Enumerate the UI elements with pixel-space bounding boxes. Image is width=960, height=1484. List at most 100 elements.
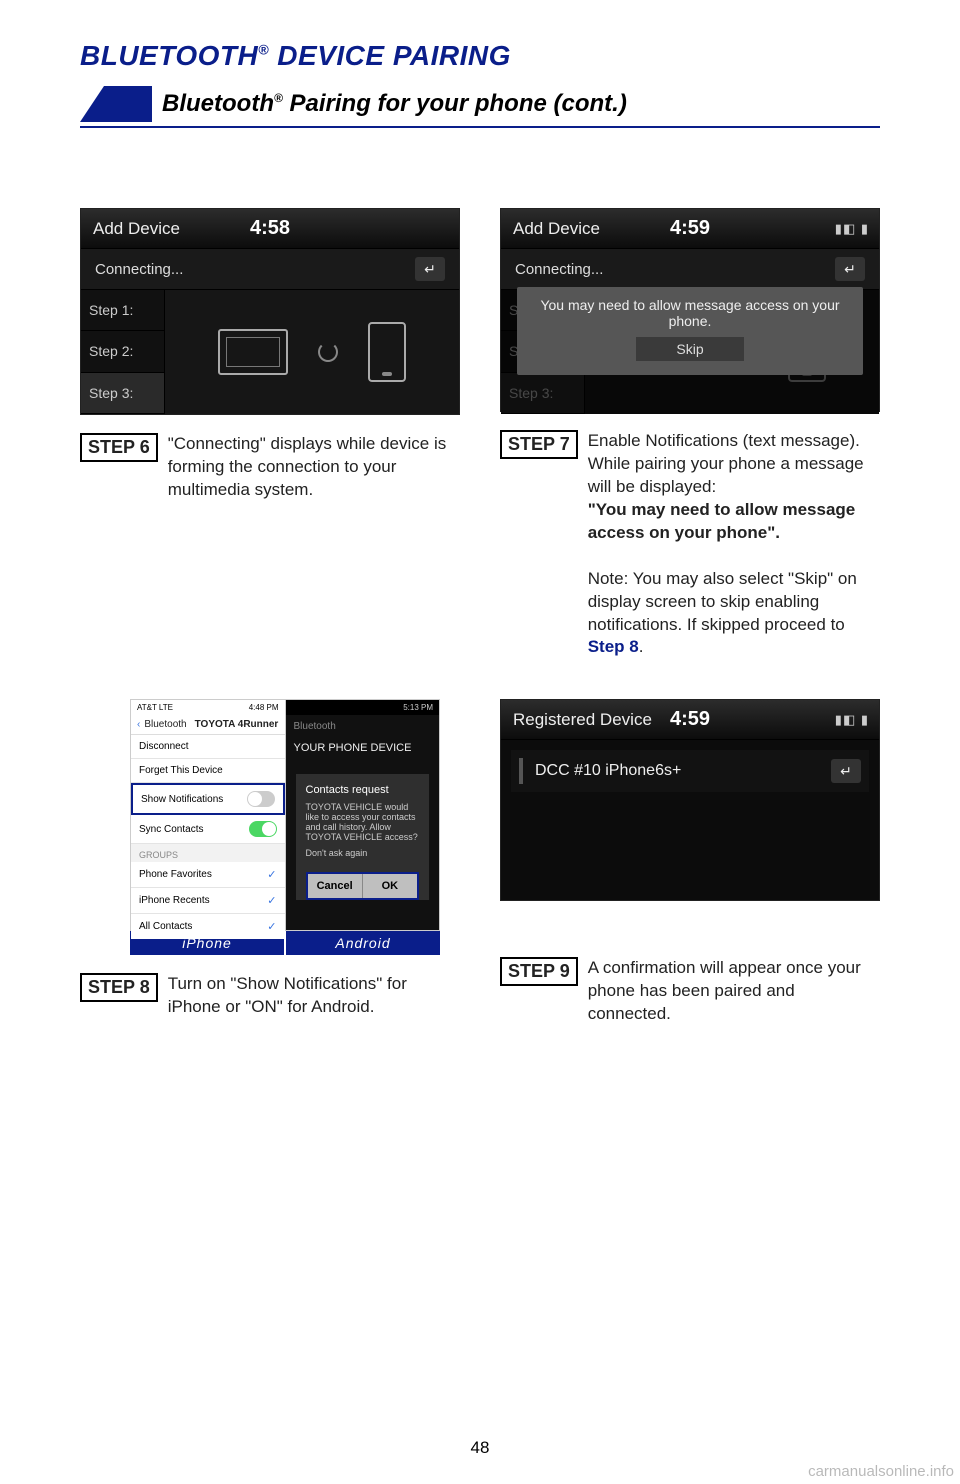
page-title-suffix: DEVICE PAIRING [269,40,511,71]
screenshot-subheader: Connecting... ↵ [501,249,879,290]
step-badge: STEP 8 [80,973,158,1002]
step-8-screenshot: AT&T LTE 4:48 PM ‹ Bluetooth TOYOTA 4Run… [130,699,440,955]
sub-title-suffix: Pairing for your phone (cont.) [283,90,627,117]
step-badge: STEP 9 [500,957,578,986]
step-badge: STEP 6 [80,433,158,462]
ios-row: Phone Favorites✓ [131,862,285,888]
status-time: 5:13 PM [403,703,433,712]
android-screenshot: 5:13 PM Bluetooth YOUR PHONE DEVICE Cont… [285,699,441,931]
phones-row: AT&T LTE 4:48 PM ‹ Bluetooth TOYOTA 4Run… [130,699,440,931]
page-number: 48 [0,1438,960,1458]
screenshot-body: Step 1: Step 2: Step 3: [81,290,459,414]
toggle-icon [247,791,275,807]
step-text-note-suffix: . [639,637,644,656]
check-icon: ✓ [267,868,276,881]
step-list: Step 1: Step 2: Step 3: [81,290,165,414]
step-8-link: Step 8 [588,637,639,656]
step-description: STEP 8 Turn on "Show Notifications" for … [80,973,440,1019]
dialog-checkbox-label: Don't ask again [306,848,420,858]
screenshot-header: Registered Device 4:59 ▮◧ ▮ [501,700,879,740]
page-title-prefix: BLUETOOTH [80,40,258,71]
step-description: STEP 6 "Connecting" displays while devic… [80,433,460,502]
step-list-item: Step 3: [81,373,164,414]
step-6-screenshot: Add Device 4:58 Connecting... ↵ Step 1: … [80,208,460,415]
ios-row: Forget This Device [131,759,285,783]
screen-time: 4:58 [250,217,290,240]
android-subheader: YOUR PHONE DEVICE [286,738,440,758]
toggle-on-icon [249,821,277,837]
row-label: Disconnect [139,741,188,752]
sub-header-row: Bluetooth® Pairing for your phone (cont.… [80,86,880,122]
connecting-label: Connecting... [515,261,603,278]
step-text: A confirmation will appear once your pho… [588,957,880,1026]
dialog-title: Contacts request [306,784,420,796]
phone-icon [368,322,406,382]
step-description: STEP 7 Enable Notifications (text messag… [500,430,880,659]
step-list-item: Step 1: [81,290,164,331]
nav-back-label: Bluetooth [144,719,186,730]
ios-group-header: GROUPS [131,844,285,862]
step-description: STEP 9 A confirmation will appear once y… [500,957,880,1026]
step-text: Enable Notifications (text message). Whi… [588,430,880,659]
screen-title: Add Device [93,219,180,239]
android-header: Bluetooth [286,715,440,738]
row-bar-icon [519,758,523,784]
screen-time: 4:59 [670,708,710,731]
check-icon: ✓ [267,920,276,933]
chevron-left-icon: ‹ [137,719,140,730]
screen-time: 4:59 [670,217,710,240]
ios-row: Sync Contacts [131,815,285,844]
ios-row: All Contacts ✓ [131,914,285,939]
check-icon: ✓ [267,894,276,907]
step-text: Turn on "Show Notifications" for iPhone … [168,973,440,1019]
registered-mark: ® [258,42,269,58]
step-9-block: Registered Device 4:59 ▮◧ ▮ DCC #10 iPho… [500,699,880,1026]
screen-title: Registered Device [513,710,652,730]
header-wedge-icon [80,86,152,122]
registered-device-row: DCC #10 iPhone6s+ ↵ [511,750,869,792]
registered-body: DCC #10 iPhone6s+ ↵ [501,740,879,900]
step-6-block: Add Device 4:58 Connecting... ↵ Step 1: … [80,208,460,659]
step-list-item: Step 2: [81,331,164,372]
nav-title: TOYOTA 4Runner [195,719,279,730]
dialog-body: TOYOTA VEHICLE would like to access your… [306,802,420,842]
tab-android: Android [284,931,440,955]
step-text-note: Note: You may also select "Skip" on disp… [588,569,857,634]
content-grid: Add Device 4:58 Connecting... ↵ Step 1: … [80,208,880,1026]
device-name: DCC #10 iPhone6s+ [535,762,681,780]
step-9-screenshot: Registered Device 4:59 ▮◧ ▮ DCC #10 iPho… [500,699,880,901]
sub-title: Bluetooth® Pairing for your phone (cont.… [162,90,627,118]
connecting-label: Connecting... [95,261,183,278]
registered-mark: ® [274,91,283,105]
spinner-icon [318,342,338,362]
notice-text: You may need to allow message access on … [525,297,855,329]
row-label: All Contacts [139,921,192,932]
row-label: iPhone Recents [139,895,210,906]
step-badge: STEP 7 [500,430,578,459]
iphone-screenshot: AT&T LTE 4:48 PM ‹ Bluetooth TOYOTA 4Run… [130,699,286,931]
android-status-bar: 5:13 PM [286,700,440,715]
ios-row-show-notifications: Show Notifications [131,783,285,815]
android-dialog: Contacts request TOYOTA VEHICLE would li… [296,774,430,900]
ok-button: OK [363,874,417,898]
row-label: Sync Contacts [139,824,203,835]
step-8-block: AT&T LTE 4:48 PM ‹ Bluetooth TOYOTA 4Run… [80,699,460,1026]
back-icon: ↵ [415,257,445,281]
status-time: 4:48 PM [249,703,279,712]
carrier-label: AT&T LTE [137,703,173,712]
row-label: Forget This Device [139,765,223,776]
step-text: "Connecting" displays while device is fo… [168,433,460,502]
back-icon: ↵ [831,759,861,783]
screenshot-subheader: Connecting... ↵ [81,249,459,290]
watermark: carmanualsonline.info [808,1463,954,1480]
ios-status-bar: AT&T LTE 4:48 PM [131,700,285,715]
screenshot-header: Add Device 4:59 ▮◧ ▮ [501,209,879,249]
notice-banner: You may need to allow message access on … [517,287,863,375]
dialog-buttons: Cancel OK [306,872,420,900]
step-7-screenshot: Add Device 4:59 ▮◧ ▮ Connecting... ↵ Ste… [500,208,880,412]
back-icon: ↵ [835,257,865,281]
screen-title: Add Device [513,219,600,239]
page-title: BLUETOOTH® DEVICE PAIRING [80,40,880,72]
cancel-button: Cancel [308,874,363,898]
ios-nav-bar: ‹ Bluetooth TOYOTA 4Runner [131,715,285,735]
